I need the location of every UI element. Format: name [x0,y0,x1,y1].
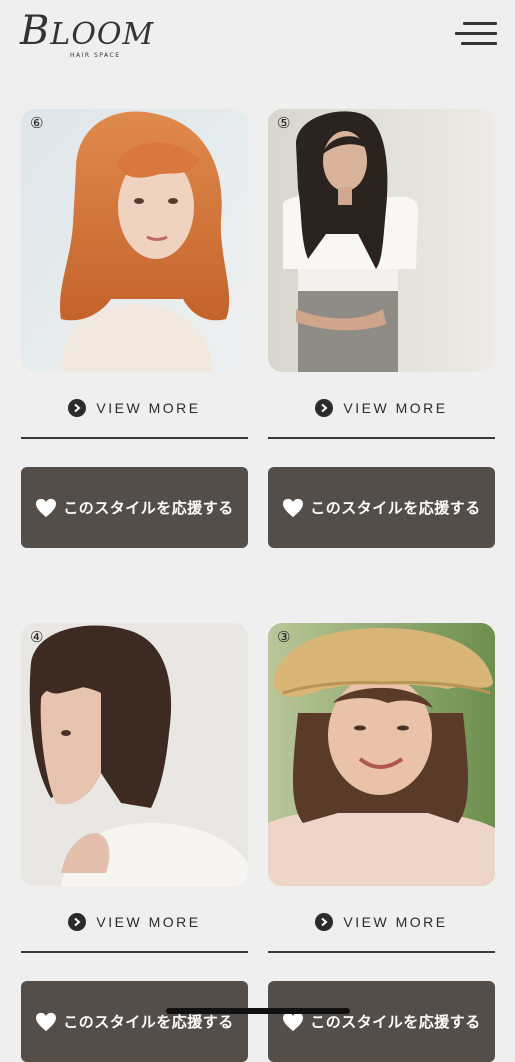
style-number: ⑤ [277,114,291,132]
heart-icon [283,1012,304,1031]
style-photo[interactable]: ③ [268,623,495,886]
style-photo[interactable]: ④ [21,623,248,886]
support-label: このスタイルを応援する [310,1013,481,1031]
support-label: このスタイルを応援する [310,499,481,517]
style-photo[interactable]: ⑥ [21,109,248,372]
view-more-link[interactable]: VIEW MORE [21,911,248,933]
view-more-link[interactable]: VIEW MORE [268,911,495,933]
view-more-label: VIEW MORE [96,400,201,416]
divider [21,437,248,439]
support-label: このスタイルを応援する [63,499,234,517]
view-more-link[interactable]: VIEW MORE [21,397,248,419]
divider [268,437,495,439]
style-grid: ⑥ VIEW MORE このスタイルを応援する ⑤ VIEW MORE このスタ… [0,0,515,1062]
chevron-right-icon [315,913,334,931]
style-photo-image [21,623,248,886]
style-photo-image [268,623,495,886]
support-style-button[interactable]: このスタイルを応援する [21,981,248,1062]
view-more-link[interactable]: VIEW MORE [268,397,495,419]
chevron-right-icon [315,399,334,417]
view-more-label: VIEW MORE [96,914,201,930]
view-more-label: VIEW MORE [343,400,448,416]
support-style-button[interactable]: このスタイルを応援する [268,467,495,548]
style-number: ⑥ [30,114,44,132]
divider [21,951,248,953]
heart-icon [36,498,57,517]
support-style-button[interactable]: このスタイルを応援する [21,467,248,548]
divider [268,951,495,953]
heart-icon [36,1012,57,1031]
style-photo-image [268,109,495,372]
chevron-right-icon [68,399,87,417]
chevron-right-icon [68,913,87,931]
style-photo[interactable]: ⑤ [268,109,495,372]
home-indicator[interactable] [166,1008,350,1014]
style-number: ③ [277,628,291,646]
support-label: このスタイルを応援する [63,1013,234,1031]
heart-icon [283,498,304,517]
view-more-label: VIEW MORE [343,914,448,930]
style-number: ④ [30,628,44,646]
style-photo-image [21,109,248,372]
support-style-button[interactable]: このスタイルを応援する [268,981,495,1062]
